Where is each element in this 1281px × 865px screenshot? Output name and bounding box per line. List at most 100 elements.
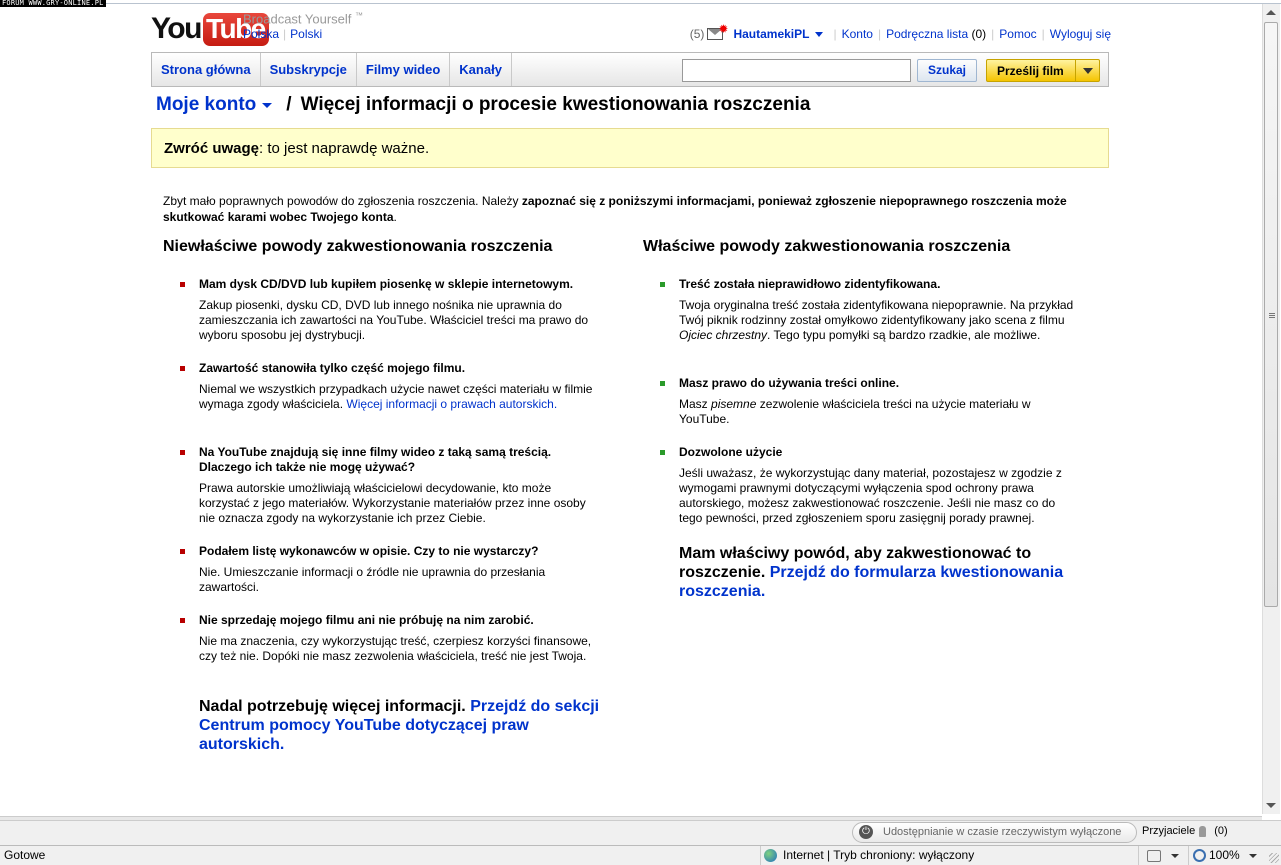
magnifier-icon xyxy=(1193,849,1206,862)
my-account-link[interactable]: Moje konto xyxy=(156,94,256,116)
item-body: Masz pisemne zezwolenie właściciela treś… xyxy=(679,397,1079,427)
user-nav: (5) ✹ HautamekiPL | Konto | Podręczna li… xyxy=(689,22,1111,41)
power-icon: ⏻ xyxy=(859,825,873,839)
item-body-text: Masz xyxy=(679,397,712,411)
item-body-text: . Tego typu pomyłki są bardzo rzadkie, a… xyxy=(767,328,1041,342)
chevron-down-icon[interactable] xyxy=(262,102,273,108)
item-heading: Nie sprzedaję mojego filmu ani nie próbu… xyxy=(199,613,534,627)
red-bullet-icon xyxy=(180,618,185,623)
language-link[interactable]: Polski xyxy=(290,27,322,41)
list-item: Treść została nieprawidłowo zidentyfikow… xyxy=(660,277,1079,343)
tab-channels[interactable]: Kanały xyxy=(450,53,512,86)
scroll-up-arrow-icon[interactable] xyxy=(1266,10,1276,15)
friends-button[interactable]: Przyjaciele (0) xyxy=(1142,825,1228,837)
quicklist-count: (0) xyxy=(971,27,987,41)
valid-reasons-heading: Właściwe powody zakwestionowania roszcze… xyxy=(643,238,1011,255)
share-toolbar: ⏻ Udostępnianie w czasie rzeczywistym wy… xyxy=(0,820,1281,845)
trademark: ™ xyxy=(355,11,364,20)
item-heading: Treść została nieprawidłowo zidentyfikow… xyxy=(679,277,941,291)
item-heading: Dozwolone użycie xyxy=(679,445,783,459)
intro-text: Zbyt mało poprawnych powodów do zgłoszen… xyxy=(163,193,1083,225)
item-heading: Zawartość stanowiła tylko część mojego f… xyxy=(199,361,466,375)
item-body: Jeśli uważasz, że wykorzystując dany mat… xyxy=(679,466,1079,526)
help-link[interactable]: Pomoc xyxy=(999,27,1036,41)
search-button[interactable]: Szukaj xyxy=(917,59,977,82)
more-info-text: Nadal potrzebuję więcej informacji. xyxy=(199,698,471,715)
list-item: Dozwolone użycie Jeśli uważasz, że wykor… xyxy=(660,445,1079,526)
invalid-reasons-heading: Niewłaściwe powody zakwestionowania rosz… xyxy=(163,238,553,255)
breadcrumb: Moje konto / Więcej informacji o procesi… xyxy=(156,94,810,116)
item-body-emphasis: pisemne xyxy=(711,397,757,411)
status-bar: Gotowe Internet | Tryb chroniony: wyłącz… xyxy=(0,845,1281,865)
realtime-share-toggle[interactable]: ⏻ Udostępnianie w czasie rzeczywistym wy… xyxy=(852,822,1137,843)
page-title: Więcej informacji o procesie kwestionowa… xyxy=(300,94,811,115)
chevron-down-icon[interactable] xyxy=(815,31,824,37)
zoom-level: 100% xyxy=(1209,848,1240,862)
quicklist-link[interactable]: Podręczna lista xyxy=(886,27,968,41)
invalid-reasons-column: Niewłaściwe powody zakwestionowania rosz… xyxy=(163,238,552,256)
security-zone[interactable]: Internet | Tryb chroniony: wyłączony xyxy=(760,846,974,865)
tab-subscriptions[interactable]: Subskrypcje xyxy=(261,53,357,86)
resize-grip-icon[interactable] xyxy=(1269,853,1279,863)
upload-dropdown-arrow-icon[interactable] xyxy=(1083,68,1093,74)
notice-bold: Zwróć uwagę xyxy=(164,140,260,157)
tagline-text: Broadcast Yourself xyxy=(243,11,352,27)
chevron-down-icon[interactable] xyxy=(1249,854,1257,858)
copyright-info-link[interactable]: Więcej informacji o prawach autorskich. xyxy=(346,397,557,411)
country-link[interactable]: Polska xyxy=(243,27,279,41)
new-message-star-icon: ✹ xyxy=(718,22,729,36)
item-heading: Na YouTube znajdują się inne filmy wideo… xyxy=(199,445,552,474)
logo-you: You xyxy=(151,12,202,45)
nav-tabs: Strona główna Subskrypcje Filmy wideo Ka… xyxy=(152,53,512,86)
tab-home[interactable]: Strona główna xyxy=(152,53,261,86)
tab-videos[interactable]: Filmy wideo xyxy=(357,53,451,86)
lock-icon xyxy=(1147,850,1161,862)
valid-reasons-column: Właściwe powody zakwestionowania roszcze… xyxy=(643,238,1010,256)
red-bullet-icon xyxy=(180,450,185,455)
item-body: Nie. Umieszczanie informacji o źródle ni… xyxy=(199,565,546,594)
chevron-down-icon[interactable] xyxy=(1171,854,1179,858)
item-body-emphasis: Ojciec chrzestny xyxy=(679,328,768,342)
list-item: Masz prawo do używania treści online. Ma… xyxy=(660,376,1079,427)
green-bullet-icon xyxy=(660,450,665,455)
zone-text: Internet | Tryb chroniony: wyłączony xyxy=(783,848,975,862)
breadcrumb-separator: / xyxy=(286,94,292,115)
friends-label: Przyjaciele xyxy=(1142,825,1196,837)
logout-link[interactable]: Wyloguj się xyxy=(1050,27,1111,41)
list-item: Zawartość stanowiła tylko część mojego f… xyxy=(180,361,599,412)
globe-icon xyxy=(764,849,777,862)
item-body-text: Twoja oryginalna treść została zidentyfi… xyxy=(679,298,1074,327)
tagline: Broadcast Yourself ™ xyxy=(243,11,363,26)
person-icon xyxy=(1199,825,1207,837)
zoom-control[interactable]: 100% xyxy=(1188,846,1258,865)
inbox-envelope-icon[interactable]: ✹ xyxy=(707,23,728,40)
item-body-text: Jeśli uważasz, że wykorzystując dany mat… xyxy=(679,466,1062,525)
item-body: Prawa autorskie umożliwiają właścicielow… xyxy=(199,481,586,525)
protected-mode-tools[interactable] xyxy=(1138,846,1189,865)
scroll-down-arrow-icon[interactable] xyxy=(1266,803,1276,808)
search-input[interactable] xyxy=(682,59,911,82)
upload-button-divider xyxy=(1075,60,1076,81)
green-bullet-icon xyxy=(660,282,665,287)
item-heading: Podałem listę wykonawców w opisie. Czy t… xyxy=(199,544,539,558)
status-text: Gotowe xyxy=(4,848,46,862)
scrollbar-thumb[interactable] xyxy=(1264,22,1278,607)
main-nav-bar: Strona główna Subskrypcje Filmy wideo Ka… xyxy=(151,52,1109,87)
vertical-scrollbar[interactable] xyxy=(1262,4,1280,814)
red-bullet-icon xyxy=(180,366,185,371)
locale-selector: Polska | Polski xyxy=(243,27,323,41)
dispute-callout: Mam właściwy powód, aby zakwestionować t… xyxy=(679,544,1089,601)
item-body: Twoja oryginalna treść została zidentyfi… xyxy=(679,298,1079,343)
item-heading: Mam dysk CD/DVD lub kupiłem piosenkę w s… xyxy=(199,277,574,291)
red-bullet-icon xyxy=(180,282,185,287)
watermark: FORUM WWW.GRY-ONLINE.PL xyxy=(0,0,106,7)
account-link[interactable]: Konto xyxy=(842,27,873,41)
item-heading: Masz prawo do używania treści online. xyxy=(679,376,900,390)
username-menu[interactable]: HautamekiPL xyxy=(733,27,809,41)
notice-banner: Zwróć uwagę: to jest naprawdę ważne. xyxy=(151,128,1109,168)
list-item: Mam dysk CD/DVD lub kupiłem piosenkę w s… xyxy=(180,277,599,343)
upload-button[interactable]: Prześlij film xyxy=(986,59,1100,82)
notice-text: : to jest naprawdę ważne. xyxy=(259,140,430,157)
more-info-callout: Nadal potrzebuję więcej informacji. Prze… xyxy=(199,697,609,754)
list-item: Podałem listę wykonawców w opisie. Czy t… xyxy=(180,544,599,595)
